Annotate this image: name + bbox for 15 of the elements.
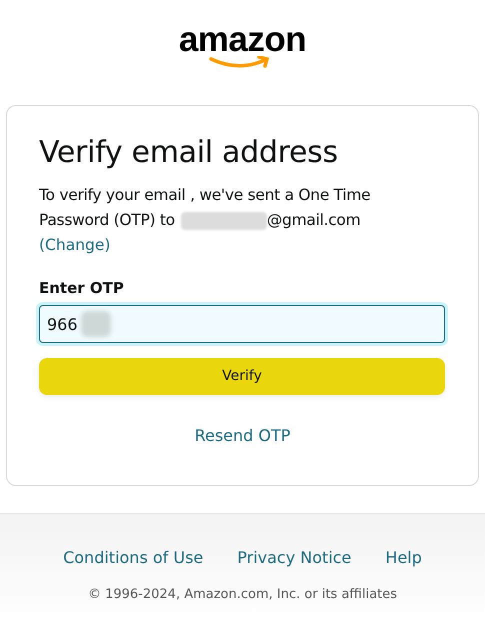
instruction-text: Password (OTP) to: [39, 210, 175, 231]
verify-button[interactable]: Verify: [39, 358, 445, 395]
page-heading: Verify email address: [39, 134, 339, 172]
change-link[interactable]: (Change): [39, 236, 110, 254]
resend-otp-link[interactable]: Resend OTP: [194, 424, 290, 448]
email-domain: @gmail.com: [266, 210, 360, 231]
copyright-text: © 1996-2024, Amazon.com, Inc. or its affiliates: [88, 586, 398, 604]
redacted-otp-blur: [81, 311, 111, 337]
logo-wordmark: amazon: [178, 22, 306, 58]
otp-label: Enter OTP: [39, 278, 125, 298]
instruction-text: To verify your email , we've sent a One Time: [39, 185, 372, 206]
otp-input-field[interactable]: 966: [39, 305, 445, 343]
footer-link[interactable]: Conditions of Use: [63, 546, 204, 570]
footer-link[interactable]: Privacy Notice: [237, 546, 352, 570]
footer-link[interactable]: Help: [385, 546, 422, 570]
